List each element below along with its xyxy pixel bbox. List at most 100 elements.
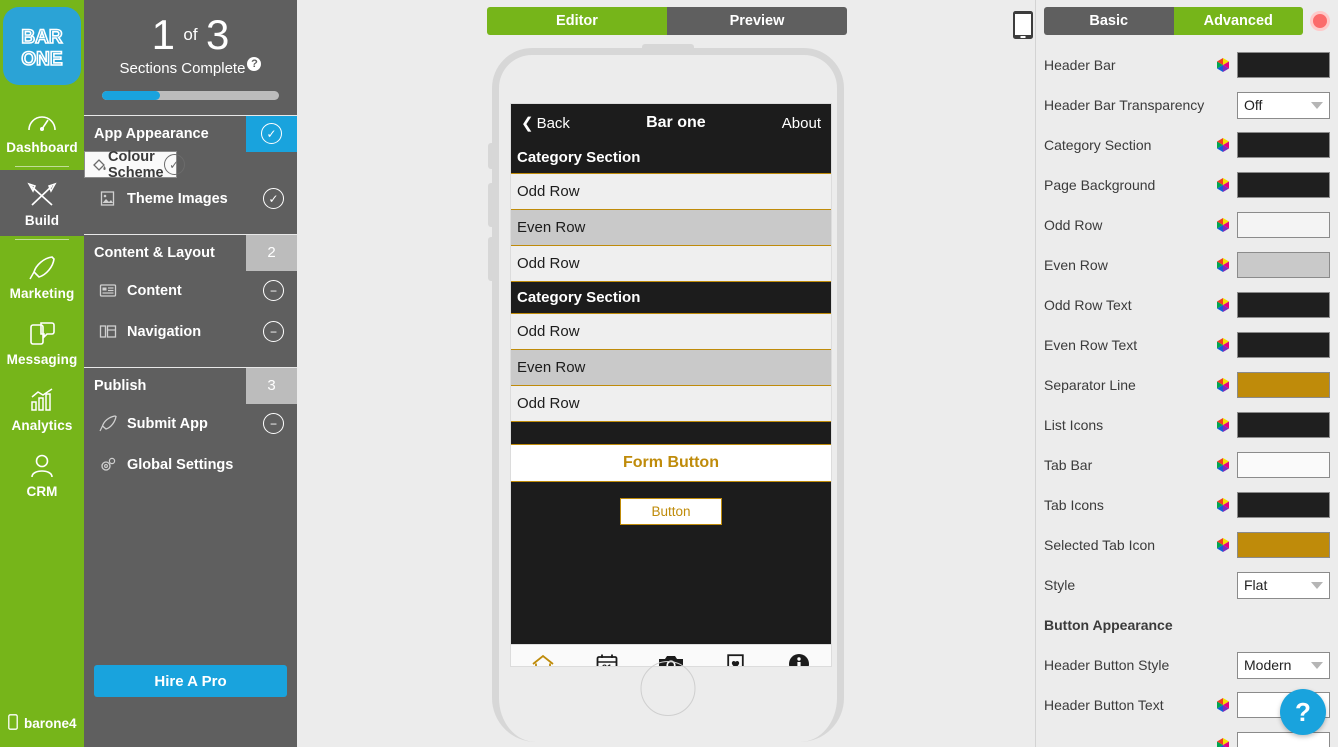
color-swatch[interactable] <box>1237 252 1330 278</box>
svg-text:ONE: ONE <box>21 49 62 70</box>
preview-category-row[interactable]: Category Section <box>511 282 831 314</box>
record-icon[interactable] <box>1310 11 1330 31</box>
preview-button[interactable]: Button <box>620 498 722 525</box>
mobile-icon <box>8 714 18 733</box>
phone-speaker <box>642 44 694 52</box>
sections-of: of <box>183 25 198 44</box>
color-swatch[interactable] <box>1237 172 1330 198</box>
help-question-icon[interactable]: ? <box>247 57 262 71</box>
list-card-icon <box>99 282 127 299</box>
property-row: Page Background <box>1044 165 1330 205</box>
item-status: − <box>263 413 284 434</box>
preview-list-row[interactable]: Odd Row <box>511 246 831 282</box>
color-swatch[interactable] <box>1237 132 1330 158</box>
color-swatch[interactable] <box>1237 52 1330 78</box>
app-root: BAR ONE Dashboard Build Marketing Messag… <box>0 0 1338 747</box>
property-label: Style <box>1044 576 1076 593</box>
property-row: Odd Row <box>1044 205 1330 245</box>
primary-nav-rail: BAR ONE Dashboard Build Marketing Messag… <box>0 0 84 747</box>
chevron-down-icon <box>1311 101 1323 109</box>
rail-item-analytics[interactable]: Analytics <box>0 375 84 441</box>
check-icon: ✓ <box>261 123 282 144</box>
preview-about-button[interactable]: About <box>782 115 821 132</box>
property-select[interactable]: Modern <box>1237 651 1330 679</box>
color-swatch[interactable] <box>1237 332 1330 358</box>
group-header-publish[interactable]: Publish 3 <box>84 367 297 404</box>
preview-list-row[interactable]: Odd Row <box>511 174 831 210</box>
preview-list-row[interactable]: Odd Row <box>511 314 831 350</box>
preview-page-body: Button <box>511 482 831 644</box>
sidebar-item-global-settings[interactable]: Global Settings <box>84 444 297 485</box>
property-select-value: Off <box>1244 97 1263 113</box>
sidebar-item-submit-app[interactable]: Submit App − <box>84 403 297 444</box>
preview-tab-stamp-card[interactable]: Stamp Ca... <box>703 651 767 666</box>
help-button[interactable]: ? <box>1280 689 1326 735</box>
rail-item-messaging[interactable]: Messaging <box>0 309 84 375</box>
rail-item-crm[interactable]: CRM <box>0 441 84 507</box>
current-app-name: barone4 <box>24 716 77 731</box>
preview-tab-home[interactable]: Home <box>511 651 575 666</box>
color-swatch[interactable] <box>1237 412 1330 438</box>
phone-home-button[interactable] <box>640 661 696 716</box>
property-row: Category Section <box>1044 125 1330 165</box>
calendar-31-icon: 31 <box>575 651 639 666</box>
phone-preview-frame: ❮ Back Bar one About Category Section Od… <box>488 44 844 742</box>
rail-item-build[interactable]: Build <box>0 170 84 236</box>
color-wheel-icon <box>1217 378 1229 392</box>
color-swatch[interactable] <box>1237 452 1330 478</box>
color-swatch[interactable] <box>1237 492 1330 518</box>
rail-item-marketing[interactable]: Marketing <box>0 243 84 309</box>
sidebar-item-navigation[interactable]: Navigation − <box>84 311 297 352</box>
logo-mark: BAR ONE <box>21 26 64 71</box>
tab-advanced[interactable]: Advanced <box>1173 7 1303 35</box>
minus-icon: − <box>263 280 284 301</box>
color-swatch[interactable] <box>1237 732 1330 747</box>
group-header-content-layout[interactable]: Content & Layout 2 <box>84 234 297 271</box>
preview-category-row[interactable]: Category Section <box>511 142 831 174</box>
color-swatch[interactable] <box>1237 292 1330 318</box>
color-swatch[interactable] <box>1237 372 1330 398</box>
preview-form-button-label[interactable]: Form Button <box>511 445 831 482</box>
preview-tab-about[interactable]: About <box>767 651 831 666</box>
sidebar-item-label: Colour Scheme <box>108 148 164 181</box>
sidebar-item-label: Content <box>127 282 182 299</box>
preview-list-row[interactable]: Odd Row <box>511 386 831 422</box>
property-select[interactable]: Off <box>1237 91 1330 119</box>
property-select[interactable]: Flat <box>1237 571 1330 599</box>
hire-a-pro-button[interactable]: Hire A Pro <box>94 665 287 697</box>
item-status: − <box>263 280 284 301</box>
tab-preview[interactable]: Preview <box>667 7 847 35</box>
check-icon: ✓ <box>263 188 284 209</box>
gauge-icon <box>0 106 84 138</box>
sidebar-item-colour-scheme[interactable]: Colour Scheme ✓ <box>84 148 185 181</box>
sidebar-item-content[interactable]: Content − <box>84 270 297 311</box>
color-swatch[interactable] <box>1237 212 1330 238</box>
property-label: Odd Row <box>1044 216 1103 233</box>
preview-spacer-row <box>511 422 831 445</box>
properties-header: Basic Advanced <box>1044 0 1330 45</box>
rail-item-dashboard[interactable]: Dashboard <box>0 97 84 163</box>
tab-basic[interactable]: Basic <box>1044 7 1174 35</box>
group-header-app-appearance[interactable]: App Appearance ✓ <box>84 115 297 152</box>
tab-editor[interactable]: Editor <box>487 7 667 35</box>
property-label: Header Button Style <box>1044 656 1170 673</box>
color-wheel-icon <box>1217 698 1229 712</box>
color-wheel-icon <box>1217 418 1229 432</box>
property-label: Page Background <box>1044 176 1156 193</box>
sidebar-item-theme-images[interactable]: Theme Images ✓ <box>84 178 297 219</box>
preview-back-button[interactable]: ❮ Back <box>521 114 570 133</box>
current-app-indicator[interactable]: barone4 <box>0 700 84 747</box>
preview-list-row[interactable]: Even Row <box>511 350 831 386</box>
color-wheel-icon <box>1217 738 1229 747</box>
preview-header-bar: ❮ Back Bar one About <box>511 104 831 142</box>
property-label: Separator Line <box>1044 376 1136 393</box>
group-status-badge: 2 <box>246 234 297 271</box>
basic-advanced-toggle: Basic Advanced <box>1044 7 1303 35</box>
barone-logo[interactable]: BAR ONE <box>3 7 81 85</box>
mobile-device-icon[interactable] <box>1012 10 1034 45</box>
rail-item-label: Messaging <box>6 352 78 367</box>
color-swatch[interactable] <box>1237 532 1330 558</box>
preview-tab-events[interactable]: 31 Events <box>575 651 639 666</box>
preview-list-row[interactable]: Even Row <box>511 210 831 246</box>
color-wheel-icon <box>1217 258 1229 272</box>
